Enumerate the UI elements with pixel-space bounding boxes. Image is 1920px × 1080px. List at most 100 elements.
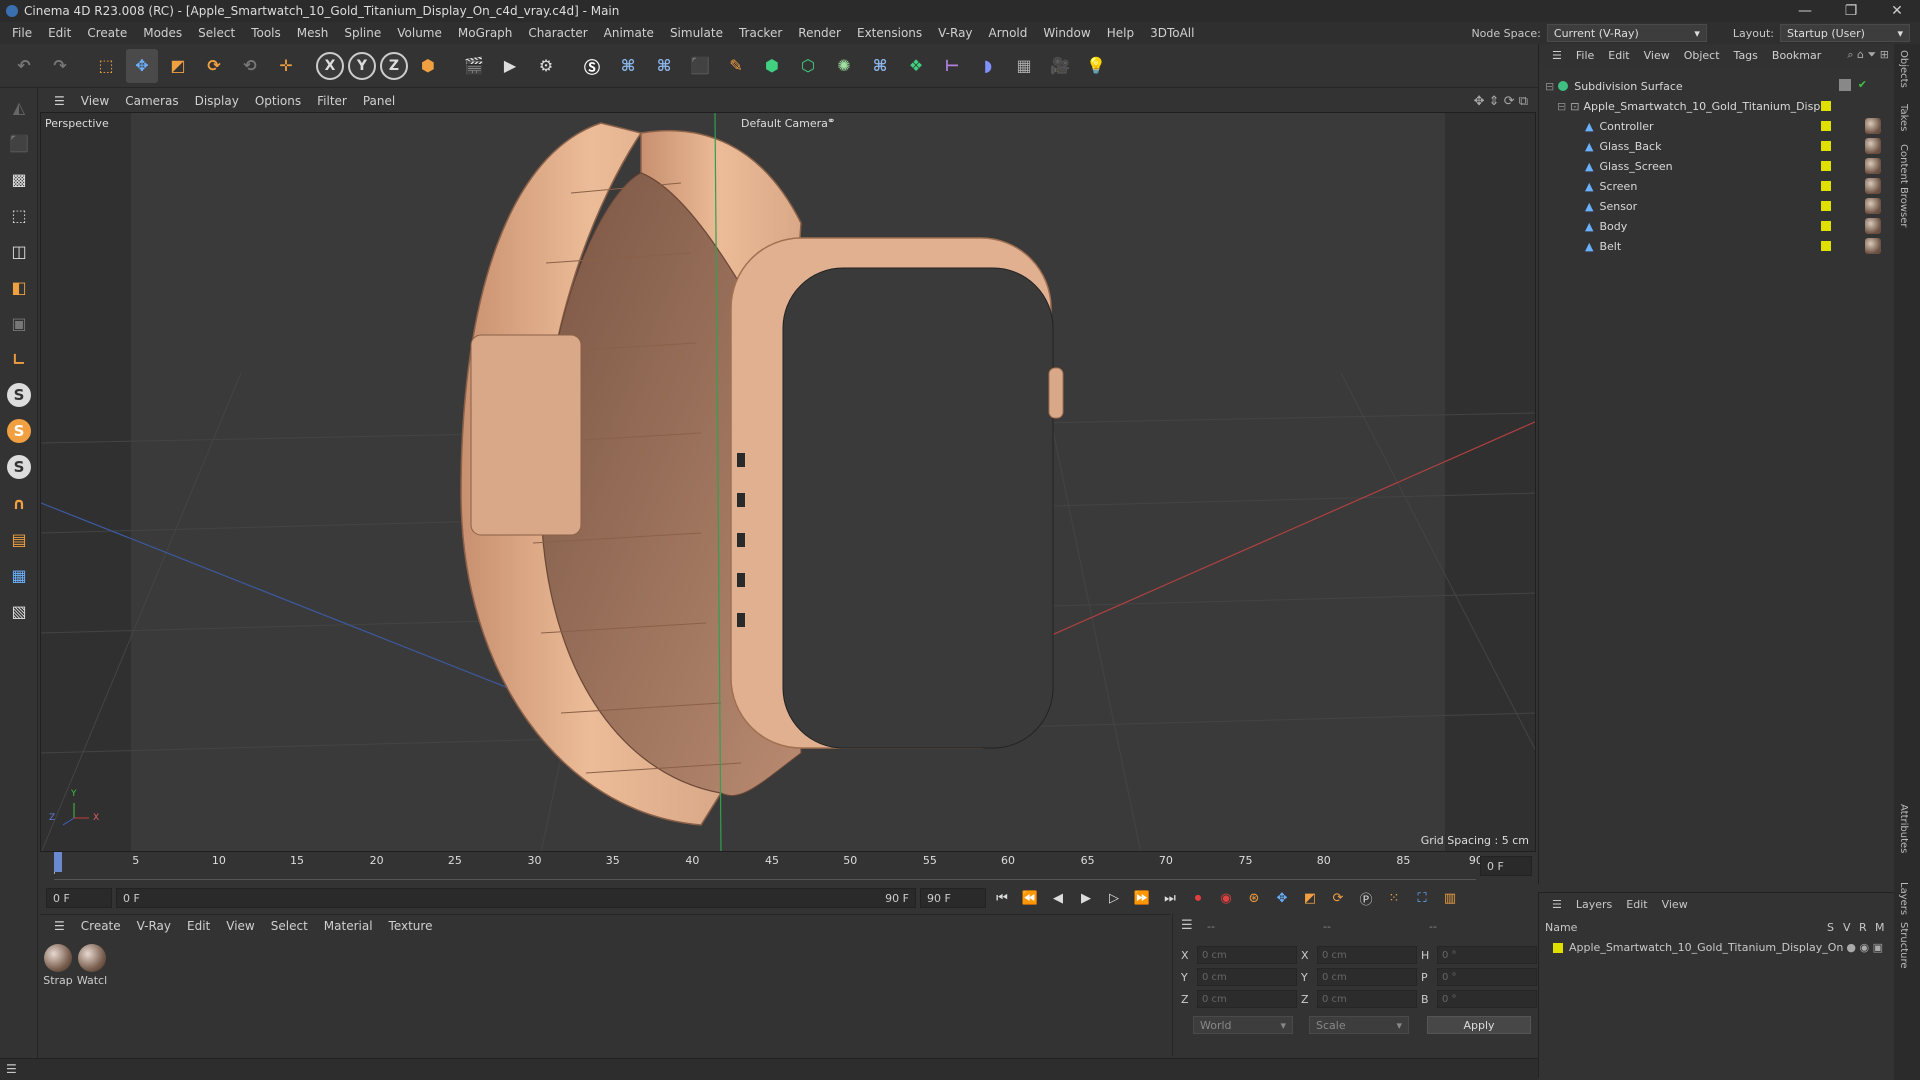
object-row-child[interactable]: ▲ Belt <box>1539 236 1895 256</box>
z-axis-lock-button[interactable]: Z <box>380 51 408 80</box>
menu-vray[interactable]: V-Ray <box>930 26 980 40</box>
spline-icon[interactable]: ◗ <box>972 49 1004 83</box>
collapse-icon[interactable]: ⊟ <box>1557 100 1566 113</box>
rot-p-field[interactable]: 0 ° <box>1437 968 1537 986</box>
uv-mode-icon[interactable]: ▣ <box>2 306 36 340</box>
coords-hamburger-icon[interactable]: ☰ <box>1181 918 1193 933</box>
material-menu-texture[interactable]: Texture <box>381 919 441 933</box>
status-hamburger-icon[interactable]: ☰ <box>6 1062 17 1076</box>
camera-link-icon[interactable]: ⚭ <box>827 116 835 127</box>
menu-render[interactable]: Render <box>790 26 849 40</box>
menu-spline[interactable]: Spline <box>336 26 389 40</box>
layer-toggle[interactable] <box>1839 79 1851 91</box>
end-frame-field[interactable]: 90 F <box>920 888 986 908</box>
layers-menu-view[interactable]: View <box>1655 898 1695 911</box>
floor-icon[interactable]: ▦ <box>1008 49 1040 83</box>
go-to-end-icon[interactable]: ⏭ <box>1158 886 1182 910</box>
vray-icon[interactable]: Ⓢ <box>576 49 608 83</box>
object-row-child[interactable]: ▲ Controller <box>1539 116 1895 136</box>
make-editable-icon[interactable]: ◭ <box>2 90 36 124</box>
play-icon[interactable]: ▶ <box>1074 886 1098 910</box>
pos-y-field[interactable]: 0 cm <box>1197 968 1297 986</box>
material-tag-icon[interactable] <box>1865 138 1881 154</box>
current-frame-field[interactable]: 0 F <box>1480 856 1532 876</box>
prev-frame-icon[interactable]: ◀ <box>1046 886 1070 910</box>
apply-button[interactable]: Apply <box>1427 1016 1531 1034</box>
object-menu-edit[interactable]: Edit <box>1601 49 1636 62</box>
magnet-icon[interactable]: ∩ <box>2 486 36 520</box>
menu-mesh[interactable]: Mesh <box>289 26 337 40</box>
viewport-menu-filter[interactable]: Filter <box>309 94 355 108</box>
menu-select[interactable]: Select <box>190 26 243 40</box>
restore-icon[interactable]: ❐ <box>1828 3 1874 19</box>
render-view-icon[interactable]: ▶ <box>494 49 526 83</box>
polygons-mode-icon[interactable]: ◧ <box>2 270 36 304</box>
object-search-icon[interactable]: ⌕ ⌂ ⏷ ⊞ <box>1847 48 1895 62</box>
viewport-nav-icons[interactable]: ✥ ⇕ ⟳ ⧉ <box>1474 94 1536 109</box>
key-position-icon[interactable]: ✥ <box>1270 886 1294 910</box>
menu-create[interactable]: Create <box>79 26 135 40</box>
key-param-icon[interactable]: Ⓟ <box>1354 886 1378 910</box>
coord-mode-dropdown[interactable]: Scale ▾ <box>1309 1016 1409 1034</box>
pos-z-field[interactable]: 0 cm <box>1197 990 1297 1008</box>
mograph-icon[interactable]: ✺ <box>828 49 860 83</box>
axis-mode-icon[interactable]: ∟ <box>2 342 36 376</box>
timeline-ruler[interactable]: 0 5 10 15 20 25 30 35 40 45 50 55 60 65 … <box>40 852 1536 880</box>
object-menu-bookmarks[interactable]: Bookmar <box>1765 49 1828 62</box>
object-menu-file[interactable]: File <box>1569 49 1601 62</box>
material-swatch[interactable]: Strap <box>42 944 74 987</box>
collapse-icon[interactable]: ⊟ <box>1545 80 1554 93</box>
menu-mograph[interactable]: MoGraph <box>450 26 521 40</box>
layers-hamburger-icon[interactable]: ☰ <box>1545 898 1569 911</box>
prev-key-icon[interactable]: ⏪ <box>1018 886 1042 910</box>
grid-icon[interactable]: ▦ <box>2 558 36 592</box>
viewport-menu-display[interactable]: Display <box>187 94 247 108</box>
layers-menu-layers[interactable]: Layers <box>1569 898 1619 911</box>
autokey-icon[interactable]: ◉ <box>1214 886 1238 910</box>
python-icon-2[interactable]: ⌘ <box>648 49 680 83</box>
close-icon[interactable]: ✕ <box>1874 3 1920 19</box>
python-icon-3[interactable]: ⌘ <box>864 49 896 83</box>
object-menu-tags[interactable]: Tags <box>1727 49 1765 62</box>
timeline-icon[interactable]: ▥ <box>1438 886 1462 910</box>
coordinate-system-icon[interactable]: ⬢ <box>412 49 444 83</box>
tab-objects[interactable]: Objects <box>1898 50 1909 88</box>
object-row-subdivision[interactable]: ⊟ Subdivision Surface ✔ <box>1539 76 1895 96</box>
menu-edit[interactable]: Edit <box>40 26 79 40</box>
key-scale-icon[interactable]: ◩ <box>1298 886 1322 910</box>
material-swatch[interactable]: Watcl <box>76 944 108 987</box>
snap-toggle-icon[interactable]: S <box>2 450 36 484</box>
tab-takes[interactable]: Takes <box>1898 104 1909 131</box>
deformer-icon[interactable]: ⊢ <box>936 49 968 83</box>
move-tool-icon[interactable]: ✥ <box>126 48 158 83</box>
playhead[interactable] <box>54 852 62 872</box>
start-frame-field[interactable]: 0 F <box>46 888 112 908</box>
x-axis-lock-button[interactable]: X <box>316 51 344 80</box>
viewport-menu-cameras[interactable]: Cameras <box>117 94 186 108</box>
record-icon[interactable]: ⏺ <box>1186 886 1210 910</box>
material-menu-edit[interactable]: Edit <box>179 919 218 933</box>
material-tag-icon[interactable] <box>1865 198 1881 214</box>
cloner-icon[interactable]: ❖ <box>900 49 932 83</box>
object-hamburger-icon[interactable]: ☰ <box>1545 49 1569 62</box>
edges-mode-icon[interactable]: ◫ <box>2 234 36 268</box>
menu-simulate[interactable]: Simulate <box>662 26 731 40</box>
cube-icon[interactable]: ⬛ <box>684 49 716 83</box>
snap-settings-icon[interactable]: S <box>2 414 36 448</box>
go-to-start-icon[interactable]: ⏮ <box>990 886 1014 910</box>
model-mode-icon[interactable]: ⬛ <box>2 126 36 160</box>
menu-animate[interactable]: Animate <box>596 26 662 40</box>
render-region-icon[interactable]: 🎬 <box>458 49 490 83</box>
texture-mode-icon[interactable]: ▩ <box>2 162 36 196</box>
check-icon[interactable]: ✔ <box>1858 78 1867 91</box>
viewport-menu-options[interactable]: Options <box>247 94 309 108</box>
workplane-icon[interactable]: ▤ <box>2 522 36 556</box>
rot-b-field[interactable]: 0 ° <box>1437 990 1537 1008</box>
size-z-field[interactable]: 0 cm <box>1317 990 1417 1008</box>
menu-extensions[interactable]: Extensions <box>849 26 930 40</box>
snap-icon[interactable]: S <box>2 378 36 412</box>
points-mode-icon[interactable]: ⬚ <box>2 198 36 232</box>
menu-help[interactable]: Help <box>1099 26 1142 40</box>
subdivision-icon[interactable]: ⬢ <box>756 49 788 83</box>
key-rotation-icon[interactable]: ⟳ <box>1326 886 1350 910</box>
